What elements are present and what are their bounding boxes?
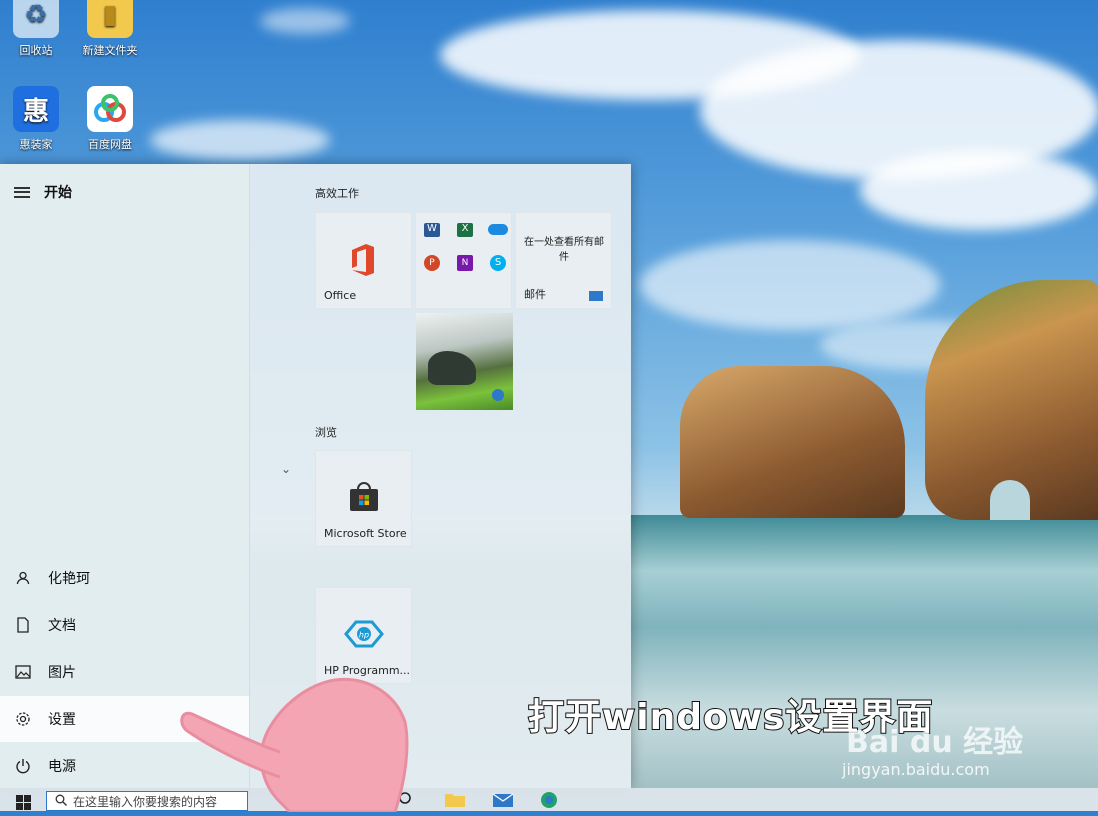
svg-text:hp: hp: [359, 631, 369, 640]
desktop-icon-label: 回收站: [19, 44, 53, 57]
tile-photos[interactable]: [416, 313, 513, 410]
start-nav-label: 化艳珂: [48, 571, 90, 587]
windows-start-icon[interactable]: [16, 795, 31, 814]
desktop-icon-label: 惠装家: [19, 138, 53, 151]
tile-microsoft-store[interactable]: Microsoft Store: [315, 450, 412, 547]
start-nav-user[interactable]: 化艳珂: [0, 555, 249, 601]
tile-office[interactable]: Office: [315, 212, 412, 309]
tile-label: Office: [324, 289, 357, 302]
desktop-icon-label: 百度网盘: [88, 138, 132, 151]
folder-icon: ▮: [87, 0, 133, 38]
start-nav-documents[interactable]: 文档: [0, 602, 249, 648]
start-nav-label: 设置: [48, 712, 76, 728]
desktop-icon-new-folder[interactable]: ▮ 新建文件夹: [80, 0, 140, 58]
file-explorer-icon[interactable]: [444, 791, 466, 811]
edge-browser-icon[interactable]: [540, 791, 558, 813]
start-nav-label: 文档: [48, 618, 76, 634]
store-icon: [347, 481, 381, 517]
mail-taskbar-icon[interactable]: [492, 791, 514, 811]
huizhuangjia-app-icon: 惠: [13, 86, 59, 132]
picture-icon: [14, 663, 32, 681]
tile-hp-programmable-key[interactable]: hp HP Programm...: [315, 587, 412, 684]
user-icon: [14, 569, 32, 587]
baidu-jingyan-watermark-url: jingyan.baidu.com: [842, 760, 990, 779]
tile-label: Microsoft Store: [324, 527, 407, 540]
tile-office-apps[interactable]: W X P N S: [415, 212, 512, 309]
mail-icon: [589, 291, 603, 301]
hamburger-menu-icon[interactable]: [14, 186, 30, 198]
start-menu-title: 开始: [44, 185, 72, 201]
tile-mail[interactable]: 在一处查看所有邮件 邮件: [515, 212, 612, 309]
gear-icon: [14, 710, 32, 728]
baidu-netdisk-icon: [87, 86, 133, 132]
desktop-icon-huizhuangjia[interactable]: 惠 惠装家: [6, 86, 66, 152]
taskbar: 在这里输入你要搜索的内容: [0, 788, 1098, 811]
start-nav-label: 电源: [48, 759, 76, 775]
desktop-icon-label: 新建文件夹: [82, 44, 138, 57]
start-menu-header: 开始: [14, 182, 72, 202]
onenote-icon: N: [457, 255, 473, 271]
pointing-hand-icon: [180, 672, 410, 814]
powerpoint-icon: P: [424, 255, 440, 271]
skype-icon: S: [490, 255, 506, 271]
power-icon: [14, 757, 32, 775]
office-icon: [348, 243, 378, 281]
tile-label: 邮件: [524, 288, 546, 301]
excel-icon: X: [457, 223, 473, 237]
word-icon: W: [424, 223, 440, 237]
mail-tile-description: 在一处查看所有邮件: [524, 237, 604, 263]
tile-group-title: 浏览: [315, 426, 337, 439]
baidu-jingyan-watermark-logo: Bai du 经验: [846, 725, 1024, 760]
desktop-icon-recycle-bin[interactable]: ♻ 回收站: [6, 0, 66, 58]
hp-icon: hp: [340, 618, 388, 654]
onedrive-icon: [488, 224, 508, 235]
recycle-bin-icon: ♻: [13, 0, 59, 38]
tile-group-title: 高效工作: [315, 187, 359, 200]
search-icon: [55, 794, 67, 809]
start-nav-label: 图片: [48, 665, 76, 681]
chevron-down-icon[interactable]: ⌄: [281, 462, 291, 476]
document-icon: [14, 616, 32, 634]
photo-badge-icon: [492, 389, 504, 401]
mountain-rock-shape: [428, 351, 476, 385]
desktop-icon-baidu-netdisk[interactable]: 百度网盘: [80, 86, 140, 152]
